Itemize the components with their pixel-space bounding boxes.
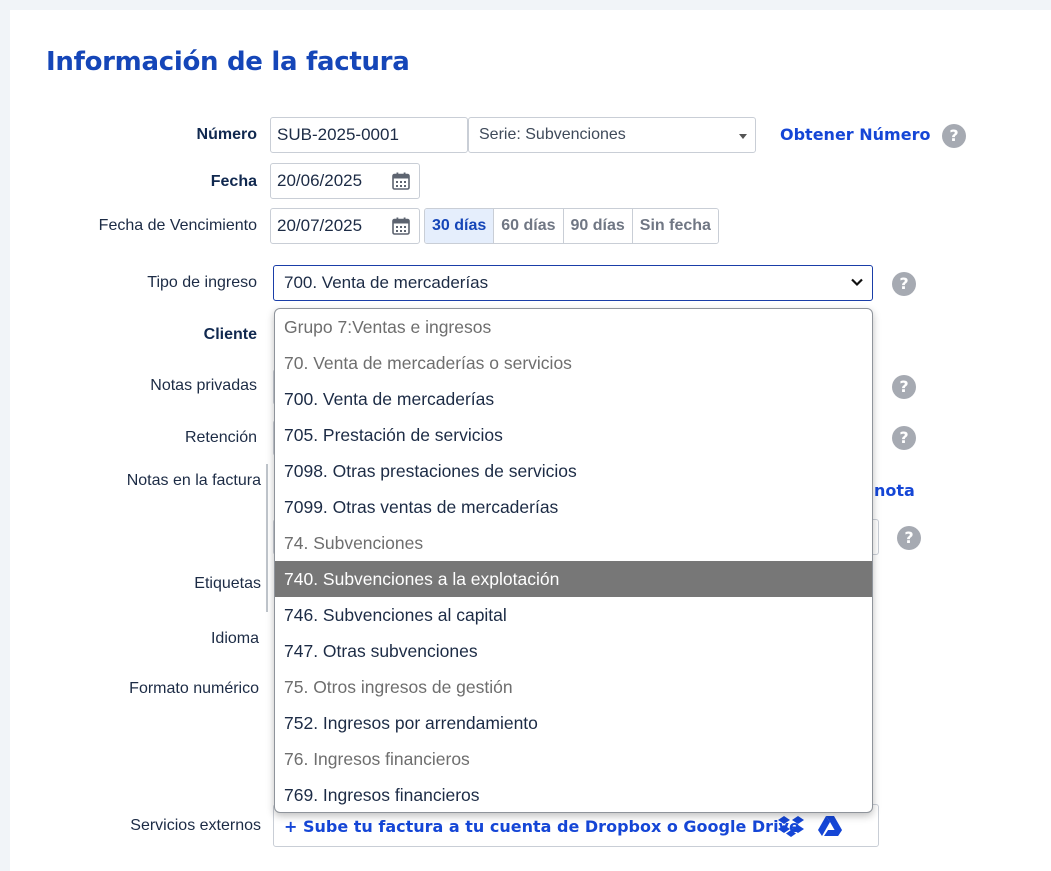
dropdown-option[interactable]: 700. Venta de mercaderías [275,381,872,417]
dropdown-group-header: 75. Otros ingresos de gestión [284,677,513,697]
help-icon[interactable]: ? [892,272,916,296]
btn-90-dias[interactable]: 90 días [563,209,633,243]
label-vencimiento: Fecha de Vencimiento [98,217,257,234]
dropdown-group-header: 76. Ingresos financieros [284,749,470,769]
fecha-value: 20/06/2025 [277,171,363,190]
label-notas-privadas: Notas privadas [150,377,257,394]
serie-select-value: Serie: Subvenciones [479,126,626,143]
chevron-down-icon [851,278,863,287]
vencimiento-input[interactable]: 20/07/2025 [270,208,420,244]
label-idioma: Idioma [210,630,259,647]
vencimiento-quick-options: 30 días 60 días 90 días Sin fecha [424,208,719,244]
label-numero: Número [196,126,257,143]
label-formato-numerico: Formato numérico [129,680,259,697]
page-title: Información de la factura [46,47,410,77]
label-etiquetas: Etiquetas [194,575,261,592]
dropdown-option[interactable]: 705. Prestación de servicios [275,417,872,453]
help-icon[interactable]: ? [942,124,966,148]
dropdown-group-header: 74. Subvenciones [284,533,424,553]
tipo-ingreso-value: 700. Venta de mercaderías [284,273,489,292]
dropdown-option[interactable]: 7098. Otras prestaciones de servicios [275,453,872,489]
tipo-ingreso-dropdown: Grupo 7:Ventas e ingresos 70. Venta de me… [274,308,873,813]
vencimiento-value: 20/07/2025 [277,216,363,235]
help-icon[interactable]: ? [892,426,916,450]
help-icon[interactable]: ? [897,526,921,550]
label-tipo-ingreso: Tipo de ingreso [147,274,257,291]
google-drive-icon[interactable] [817,815,843,837]
dropdown-option[interactable]: 769. Ingresos financieros [275,777,872,812]
label-fecha: Fecha [210,173,257,190]
calendar-icon[interactable] [391,171,411,191]
fecha-input[interactable]: 20/06/2025 [270,163,420,199]
anadir-nota-link[interactable]: nota [874,481,915,500]
btn-30-dias[interactable]: 30 días [425,209,495,243]
dropdown-option[interactable]: 752. Ingresos por arrendamiento [275,705,872,741]
dropdown-group-header: Grupo 7:Ventas e ingresos [284,317,492,337]
btn-sin-fecha[interactable]: Sin fecha [632,209,718,243]
help-icon[interactable]: ? [892,375,916,399]
dropdown-option[interactable]: 746. Subvenciones al capital [275,597,872,633]
notas-factura-border [266,464,268,612]
external-services-label: + Sube tu factura a tu cuenta de Dropbox… [284,817,800,836]
label-notas-factura: Notas en la factura [126,472,261,489]
numero-input[interactable]: SUB-2025-0001 [270,117,468,153]
dropdown-option[interactable]: 747. Otras subvenciones [275,633,872,669]
obtener-numero-link[interactable]: Obtener Número [780,125,930,144]
tipo-ingreso-select[interactable]: 700. Venta de mercaderías [273,265,873,301]
btn-60-dias[interactable]: 60 días [494,209,564,243]
label-cliente: Cliente [203,326,257,343]
serie-select[interactable]: Serie: Subvenciones [468,117,756,153]
label-servicios-externos: Servicios externos [130,817,261,834]
dropdown-option[interactable]: 7099. Otras ventas de mercaderías [275,489,872,525]
dropdown-group-header: 70. Venta de mercaderías o servicios [284,353,572,373]
dropbox-icon[interactable] [777,815,805,839]
label-retencion: Retención [184,429,257,446]
caret-down-icon [739,134,747,139]
dropdown-option[interactable]: 740. Subvenciones a la explotación [275,561,872,597]
calendar-icon[interactable] [391,216,411,236]
